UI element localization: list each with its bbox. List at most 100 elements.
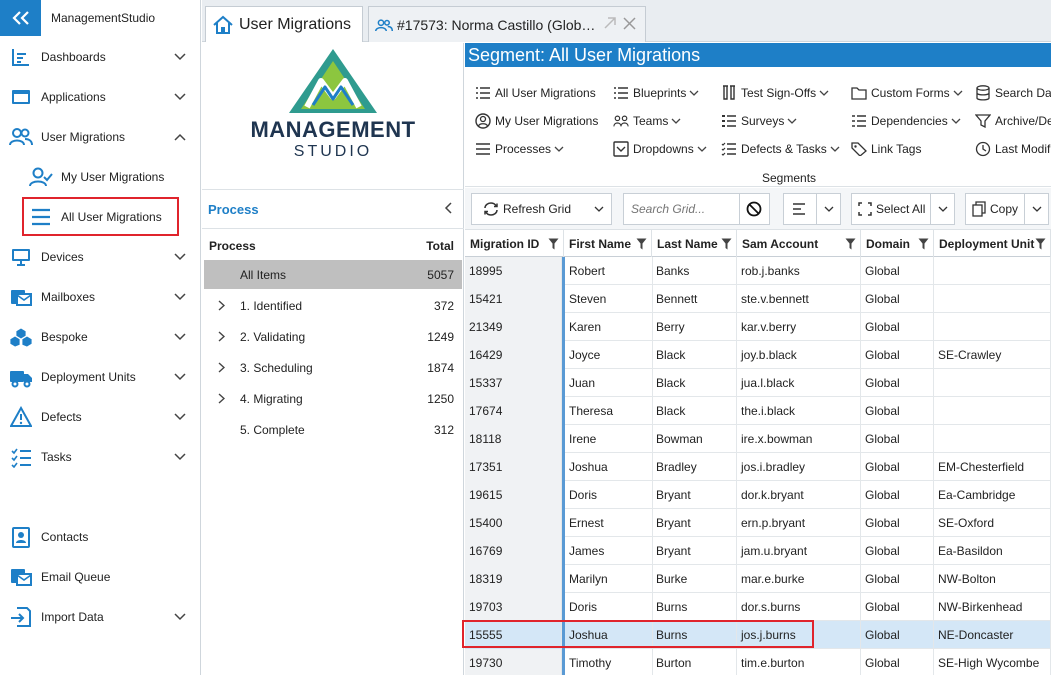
process-row-migrating[interactable]: 4. Migrating 1250 <box>204 384 462 413</box>
cell-domain[interactable]: Global <box>861 537 934 565</box>
cell-deployment-unit[interactable] <box>934 425 1051 453</box>
cell-last-name[interactable]: Bryant <box>652 509 737 537</box>
sidebar-item-mailboxes[interactable]: Mailboxes <box>0 277 200 317</box>
cell-migration-id[interactable]: 19615 <box>465 481 562 509</box>
column-filter-icon[interactable] <box>721 238 732 250</box>
cell-deployment-unit[interactable]: SE-High Wycombe <box>934 649 1051 675</box>
sidebar-item-import-data[interactable]: Import Data <box>0 597 200 637</box>
cell-first-name[interactable]: Irene <box>565 425 653 453</box>
tab-record-17573[interactable]: #17573: Norma Castillo (Global\ncastillo… <box>368 6 646 42</box>
refresh-grid-button[interactable]: Refresh Grid <box>471 193 612 225</box>
cell-migration-id[interactable]: 15400 <box>465 509 562 537</box>
column-header-sam-account[interactable]: Sam Account <box>737 230 861 257</box>
chevron-down-icon[interactable] <box>170 253 190 261</box>
close-icon[interactable] <box>623 16 636 33</box>
cell-domain[interactable]: Global <box>861 593 934 621</box>
collapse-panel-chevron-left-icon[interactable] <box>444 201 452 217</box>
cell-first-name[interactable]: James <box>565 537 653 565</box>
cell-first-name[interactable]: Juan <box>565 369 653 397</box>
sidebar-item-bespoke[interactable]: Bespoke <box>0 317 200 357</box>
cell-last-name[interactable]: Bennett <box>652 285 737 313</box>
sidebar-item-defects[interactable]: Defects <box>0 397 200 437</box>
cell-first-name[interactable]: Joshua <box>565 453 653 481</box>
table-row[interactable]: 19703 Doris Burns dor.s.burns Global NW-Birke… <box>465 593 1051 621</box>
segment-dropdowns-button[interactable]: Dropdowns <box>613 138 707 160</box>
cell-sam-account[interactable]: rob.j.banks <box>737 257 861 285</box>
chevron-up-icon[interactable] <box>170 133 190 141</box>
cell-last-name[interactable]: Burke <box>652 565 737 593</box>
cell-domain[interactable]: Global <box>861 425 934 453</box>
cell-deployment-unit[interactable]: NW-Birkenhead <box>934 593 1051 621</box>
cell-domain[interactable]: Global <box>861 481 934 509</box>
chevron-down-icon[interactable] <box>170 293 190 301</box>
search-grid-input[interactable] <box>624 195 739 223</box>
column-header-first-name[interactable]: First Name <box>564 230 652 257</box>
cell-sam-account[interactable]: jua.l.black <box>737 369 861 397</box>
process-row-identified[interactable]: 1. Identified 372 <box>204 291 462 320</box>
cell-domain[interactable]: Global <box>861 313 934 341</box>
select-all-button[interactable]: Select All <box>851 193 955 225</box>
table-row[interactable]: 18118 Irene Bowman ire.x.bowman Global <box>465 425 1051 453</box>
table-row[interactable]: 15337 Juan Black jua.l.black Global <box>465 369 1051 397</box>
chevron-down-icon[interactable] <box>170 93 190 101</box>
sidebar-item-contacts[interactable]: Contacts <box>0 517 200 557</box>
cell-migration-id[interactable]: 18118 <box>465 425 562 453</box>
segment-test-sign-offs-button[interactable]: Test Sign-Offs <box>721 82 829 104</box>
cell-first-name[interactable]: Marilyn <box>565 565 653 593</box>
segment-dependencies-button[interactable]: Dependencies <box>851 110 961 132</box>
cell-last-name[interactable]: Berry <box>652 313 737 341</box>
cell-migration-id[interactable]: 18995 <box>465 257 562 285</box>
table-row[interactable]: 16769 James Bryant jam.u.bryant Global Ea-Bas… <box>465 537 1051 565</box>
sidebar-item-user-migrations[interactable]: User Migrations <box>0 117 200 157</box>
cell-domain[interactable]: Global <box>861 453 934 481</box>
segment-last-modified-button[interactable]: Last Modified <box>975 138 1051 160</box>
cell-first-name[interactable]: Robert <box>565 257 653 285</box>
table-row[interactable]: 18995 Robert Banks rob.j.banks Global <box>465 257 1051 285</box>
cell-first-name[interactable]: Karen <box>565 313 653 341</box>
cell-domain[interactable]: Global <box>861 257 934 285</box>
segment-processes-button[interactable]: Processes <box>475 138 564 160</box>
sidebar-item-devices[interactable]: Devices <box>0 237 200 277</box>
cell-sam-account[interactable]: dor.k.bryant <box>737 481 861 509</box>
expand-chevron-right-icon[interactable] <box>214 393 228 404</box>
clear-search-icon[interactable] <box>739 194 767 224</box>
cell-domain[interactable]: Global <box>861 369 934 397</box>
table-row[interactable]: 18319 Marilyn Burke mar.e.burke Global NW-Bol… <box>465 565 1051 593</box>
column-header-domain[interactable]: Domain <box>861 230 934 257</box>
cell-deployment-unit[interactable] <box>934 285 1051 313</box>
chevron-down-icon[interactable] <box>930 194 954 224</box>
chevron-down-icon[interactable] <box>170 53 190 61</box>
cell-last-name[interactable]: Black <box>652 369 737 397</box>
cell-last-name[interactable]: Black <box>652 341 737 369</box>
cell-sam-account[interactable]: ste.v.bennett <box>737 285 861 313</box>
process-row-validating[interactable]: 2. Validating 1249 <box>204 322 462 351</box>
chevron-down-icon[interactable] <box>170 333 190 341</box>
pop-out-icon[interactable] <box>603 16 617 33</box>
cell-deployment-unit[interactable]: SE-Crawley <box>934 341 1051 369</box>
cell-migration-id[interactable]: 16769 <box>465 537 562 565</box>
cell-deployment-unit[interactable] <box>934 257 1051 285</box>
cell-last-name[interactable]: Burns <box>652 593 737 621</box>
cell-last-name[interactable]: Bowman <box>652 425 737 453</box>
segment-my-user-migrations-button[interactable]: My User Migrations <box>475 110 598 132</box>
expand-chevron-right-icon[interactable] <box>214 362 228 373</box>
cell-migration-id[interactable]: 19703 <box>465 593 562 621</box>
segment-archive-delete-button[interactable]: Archive/Delete <box>975 110 1051 132</box>
cell-deployment-unit[interactable]: NW-Bolton <box>934 565 1051 593</box>
cell-domain[interactable]: Global <box>861 621 934 649</box>
cell-sam-account[interactable]: jam.u.bryant <box>737 537 861 565</box>
table-row[interactable]: 19615 Doris Bryant dor.k.bryant Global Ea-Cam… <box>465 481 1051 509</box>
chevron-down-icon[interactable] <box>1024 194 1048 224</box>
cell-deployment-unit[interactable]: Ea-Basildon <box>934 537 1051 565</box>
cell-first-name[interactable]: Steven <box>565 285 653 313</box>
column-filter-icon[interactable] <box>548 238 559 250</box>
cell-first-name[interactable]: Joyce <box>565 341 653 369</box>
column-filter-icon[interactable] <box>1035 238 1046 250</box>
cell-deployment-unit[interactable] <box>934 397 1051 425</box>
table-row[interactable]: 17674 Theresa Black the.i.black Global <box>465 397 1051 425</box>
sidebar-item-email-queue[interactable]: Email Queue <box>0 557 200 597</box>
expand-chevron-right-icon[interactable] <box>214 331 228 342</box>
cell-last-name[interactable]: Banks <box>652 257 737 285</box>
table-row[interactable]: 15421 Steven Bennett ste.v.bennett Global <box>465 285 1051 313</box>
cell-sam-account[interactable]: ire.x.bowman <box>737 425 861 453</box>
